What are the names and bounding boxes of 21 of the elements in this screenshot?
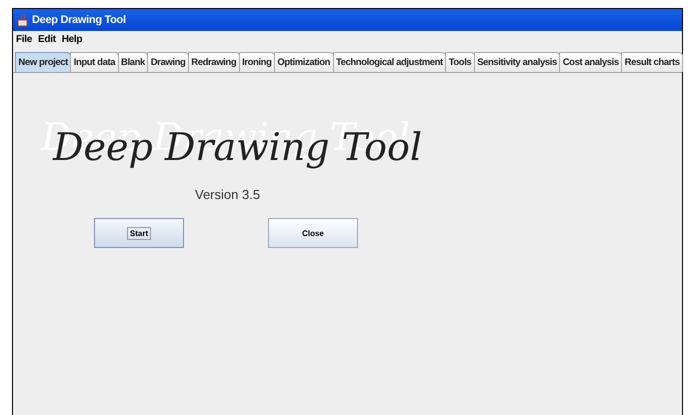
- tab[interactable]: Blank: [118, 52, 148, 72]
- menu-item[interactable]: Help: [62, 34, 82, 45]
- tab[interactable]: Technological adjustment: [332, 52, 446, 72]
- dialog-button[interactable]: Start: [94, 218, 184, 248]
- tab[interactable]: Ironing: [238, 52, 275, 72]
- tab[interactable]: Input data: [70, 52, 119, 72]
- coffee-cup-icon: [17, 14, 29, 26]
- version-text: Version 3.5: [195, 187, 260, 202]
- menu-item[interactable]: File: [16, 34, 32, 45]
- menu-item[interactable]: Edit: [38, 34, 56, 45]
- tab[interactable]: Drawing: [147, 52, 189, 72]
- dialog-button[interactable]: Close: [268, 218, 358, 248]
- tab[interactable]: Redrawing: [188, 52, 240, 72]
- tab[interactable]: Result charts: [621, 52, 684, 72]
- tab[interactable]: Optimization: [274, 52, 334, 72]
- logo-text: Deep Drawing Tool: [53, 125, 422, 169]
- window-title: Deep Drawing Tool: [32, 14, 126, 26]
- tab[interactable]: New project: [15, 52, 72, 72]
- tab[interactable]: Cost analysis: [559, 52, 622, 72]
- tab[interactable]: Sensitivity analysis: [474, 52, 560, 72]
- tab[interactable]: Tools: [445, 52, 475, 72]
